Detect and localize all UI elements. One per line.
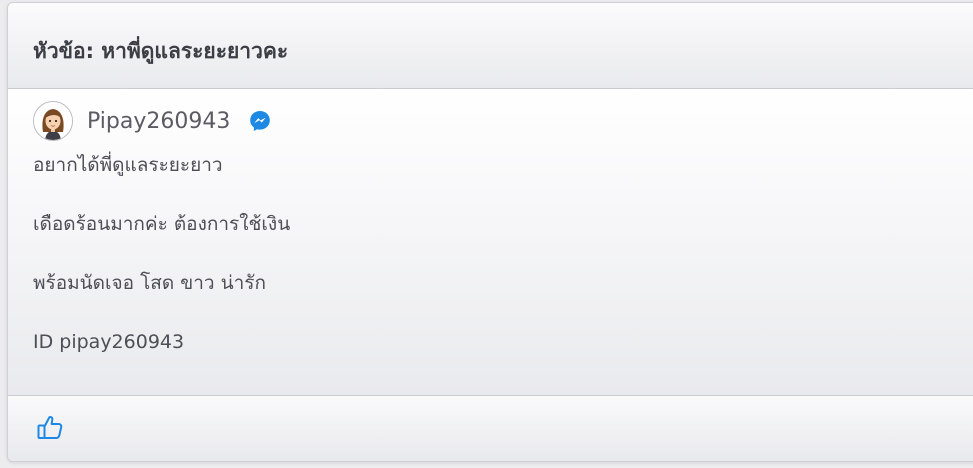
messenger-icon[interactable] (248, 109, 272, 133)
post-body: Pipay260943 อยากได้พี่ดูแลระยะยาว เดือดร… (8, 89, 973, 396)
girl-avatar-icon[interactable] (33, 101, 73, 141)
post-line: พร้อมนัดเจอ โสด ขาว น่ารัก (33, 272, 266, 294)
author-name[interactable]: Pipay260943 (87, 109, 230, 134)
post-footer (8, 396, 973, 461)
post-line: ID pipay260943 (33, 331, 185, 353)
topic-title: หัวข้อ: หาพี่ดูแลระยะยาวคะ (33, 39, 289, 63)
post-line: เดือดร้อนมากค่ะ ต้องการใช้เงิน (33, 213, 291, 235)
post-content: อยากได้พี่ดูแลระยะยาว เดือดร้อนมากค่ะ ต้… (33, 147, 290, 383)
topic-card: หัวข้อ: หาพี่ดูแลระยะยาวคะ Pipay260943 อ… (7, 2, 973, 462)
topic-header: หัวข้อ: หาพี่ดูแลระยะยาวคะ (8, 3, 973, 89)
thumbs-up-icon (36, 413, 68, 441)
author-row: Pipay260943 (33, 101, 272, 141)
post-line: อยากได้พี่ดูแลระยะยาว (33, 154, 223, 176)
like-button[interactable] (36, 411, 68, 443)
